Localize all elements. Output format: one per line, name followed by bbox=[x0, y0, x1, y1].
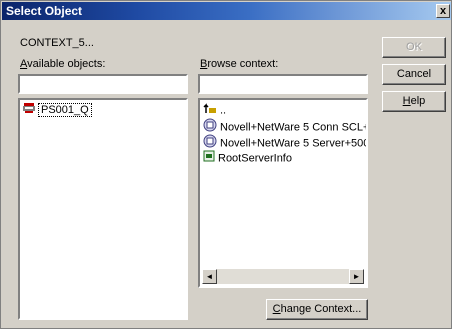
browse-context-label-text: rowse context: bbox=[207, 58, 279, 70]
select-object-dialog: Select Object x CONTEXT_5... Available o… bbox=[0, 0, 452, 329]
help-access-key: H bbox=[402, 95, 411, 107]
ok-button[interactable]: OK bbox=[382, 37, 446, 58]
list-item-label: PS001_Q bbox=[38, 103, 92, 118]
list-item-server-500[interactable]: Novell+NetWare 5 Server+500 bbox=[203, 134, 368, 150]
change-context-button[interactable]: Change Context... bbox=[266, 299, 368, 320]
context-path-label: CONTEXT_5... bbox=[20, 37, 94, 49]
close-button[interactable]: x bbox=[436, 4, 450, 18]
list-item-label: RootServerInfo bbox=[218, 152, 292, 165]
available-objects-label-text: vailable objects: bbox=[27, 58, 106, 70]
browse-context-list[interactable]: .. Novell+NetWare 5 Conn SCL+5 Novell+Ne… bbox=[198, 98, 368, 288]
title-bar[interactable]: Select Object x bbox=[2, 2, 451, 20]
list-item-label: .. bbox=[220, 104, 227, 117]
cancel-button[interactable]: Cancel bbox=[382, 64, 446, 85]
browse-context-filter-input[interactable] bbox=[198, 74, 368, 94]
parent-context-icon bbox=[203, 102, 217, 119]
help-button[interactable]: Help bbox=[382, 91, 446, 112]
help-button-text: elp bbox=[410, 95, 426, 107]
list-item-root-server-info[interactable]: RootServerInfo bbox=[203, 150, 292, 166]
horizontal-scrollbar[interactable]: ◄ ► bbox=[202, 269, 364, 284]
print-queue-icon bbox=[23, 102, 35, 119]
available-objects-label: Available objects: bbox=[20, 58, 105, 70]
list-item-conn-scl[interactable]: Novell+NetWare 5 Conn SCL+5 bbox=[203, 118, 368, 134]
available-objects-filter-input[interactable] bbox=[18, 74, 188, 94]
list-item-label: Novell+NetWare 5 Conn SCL+5 bbox=[220, 121, 368, 134]
browse-context-label: Browse context: bbox=[200, 58, 278, 70]
dialog-title: Select Object bbox=[6, 4, 83, 18]
scroll-right-button[interactable]: ► bbox=[349, 269, 364, 284]
list-item-label: Novell+NetWare 5 Server+500 bbox=[220, 137, 368, 150]
list-item-parent[interactable]: .. bbox=[203, 102, 226, 118]
available-objects-list[interactable]: PS001_Q bbox=[18, 98, 188, 320]
change-context-button-text: hange Context... bbox=[280, 303, 362, 315]
root-server-info-icon bbox=[203, 150, 215, 167]
change-context-access-key: C bbox=[272, 303, 281, 315]
scroll-left-button[interactable]: ◄ bbox=[202, 269, 217, 284]
list-item-ps001-q[interactable]: PS001_Q bbox=[23, 102, 92, 118]
